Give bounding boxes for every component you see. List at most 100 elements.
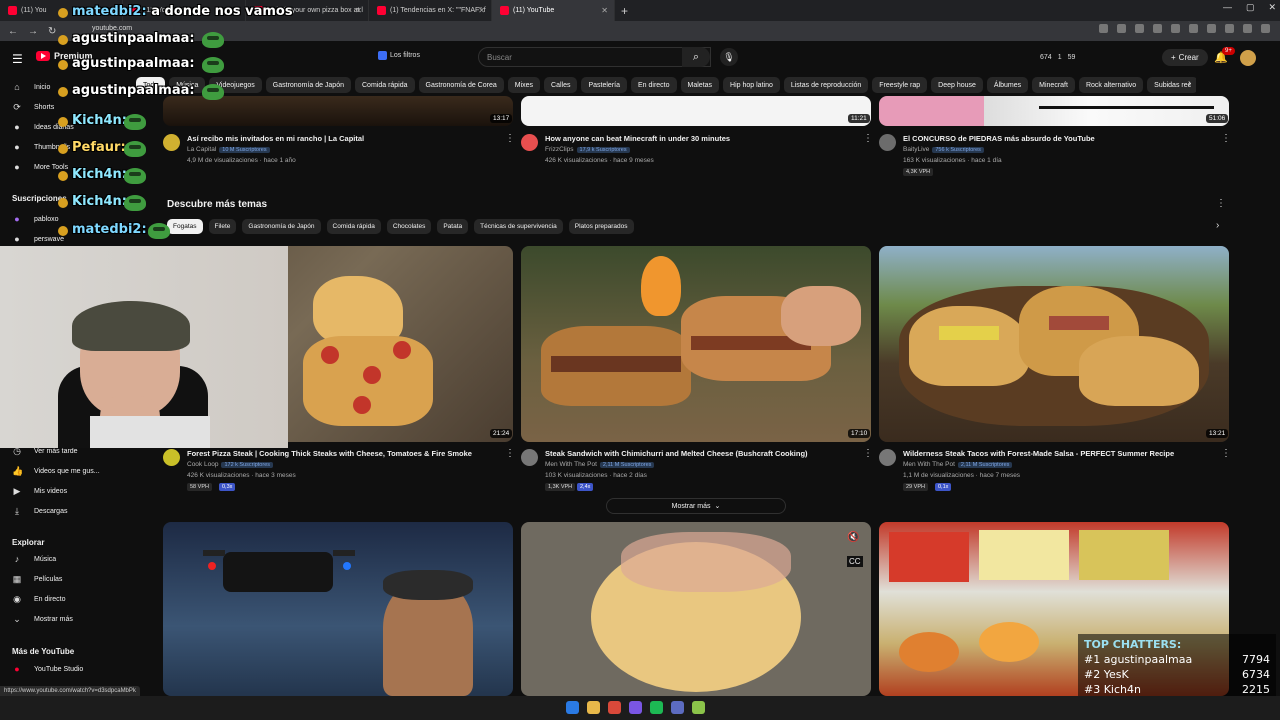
video-thumbnail[interactable] (163, 522, 513, 696)
channel-avatar[interactable] (521, 449, 538, 466)
app-icon[interactable] (692, 701, 705, 714)
topic-chip[interactable]: Técnicas de supervivencia (474, 219, 563, 234)
sidebar-item[interactable]: ▦ Películas (12, 574, 63, 585)
filter-chip[interactable]: Mixes (507, 77, 541, 93)
app-icon[interactable] (671, 701, 684, 714)
filter-chip[interactable]: Maletas (680, 77, 720, 93)
topic-chip[interactable]: Comida rápida (326, 219, 381, 234)
chevron-right-icon[interactable]: › (1188, 78, 1191, 89)
create-button[interactable]: + Crear (1162, 49, 1208, 66)
forward-icon[interactable]: → (28, 26, 38, 37)
star-icon[interactable] (1117, 24, 1126, 33)
filter-chip[interactable]: Rock alternativo (1078, 77, 1144, 93)
video-title[interactable]: How anyone can beat Minecraft in under 3… (545, 134, 730, 143)
channel-name[interactable]: Men With The Pot 2,11 M Suscriptores (545, 461, 655, 468)
sidebar-item[interactable]: ▶ Mis videos (12, 486, 68, 497)
video-title[interactable]: Wilderness Steak Tacos with Forest-Made … (903, 449, 1174, 458)
ext-icon[interactable] (1153, 24, 1162, 33)
channel-avatar[interactable] (879, 134, 896, 151)
app-icon[interactable] (629, 701, 642, 714)
filter-chip[interactable]: Gastronomía de Japón (265, 77, 351, 93)
more-options-icon[interactable]: ⋮ (1216, 198, 1226, 209)
sidebar-sub-perswave[interactable]: ● perswave (12, 234, 64, 244)
sidebar-item[interactable]: ♪ Música (12, 554, 56, 564)
topic-chip[interactable]: Gastronomía de Japón (242, 219, 321, 234)
sidebar-item[interactable]: ⟳ Shorts (12, 102, 54, 113)
filter-chip[interactable]: Minecraft (1032, 77, 1075, 93)
filter-chip[interactable]: Álbumes (986, 77, 1029, 93)
sidebar-item[interactable]: ● More Tools (12, 162, 68, 172)
topic-chip[interactable]: Platos preparados (568, 219, 634, 234)
video-thumbnail[interactable] (163, 96, 513, 126)
start-icon[interactable] (566, 701, 579, 714)
more-options-icon[interactable]: ⋮ (505, 448, 515, 459)
hamburger-icon[interactable]: ☰ (12, 52, 23, 66)
show-more-button[interactable]: Mostrar más ⌄ (606, 498, 786, 514)
folder-icon[interactable] (587, 701, 600, 714)
browser-tab[interactable]: (11) YouTube ✕ (492, 0, 615, 21)
minimize-icon[interactable]: — (1223, 2, 1232, 13)
profile-icon[interactable] (1243, 24, 1252, 33)
more-options-icon[interactable]: ⋮ (863, 133, 873, 144)
channel-avatar[interactable] (879, 449, 896, 466)
video-thumbnail[interactable] (879, 96, 1229, 126)
filter-chip[interactable]: Comida rápida (355, 77, 415, 93)
sidebar-item[interactable]: ⌂ Inicio (12, 82, 50, 92)
channel-name[interactable]: Cook Loop 172 k Suscriptores (187, 461, 274, 468)
filter-chip[interactable]: Pastelería (581, 77, 627, 93)
channel-name[interactable]: La Capital 10 M Suscriptores (187, 146, 270, 153)
close-icon[interactable]: ✕ (478, 6, 485, 15)
topic-chip[interactable]: Patata (437, 219, 469, 234)
reload-icon[interactable]: ↻ (48, 26, 56, 37)
browser-tab[interactable]: (1) Tendencias en X: ""FNAF" f ✕ (369, 0, 492, 21)
video-thumbnail[interactable] (879, 246, 1229, 442)
ext-icon[interactable] (1207, 24, 1216, 33)
video-thumbnail[interactable] (521, 96, 871, 126)
ext-icon[interactable] (1225, 24, 1234, 33)
channel-avatar[interactable] (163, 134, 180, 151)
channel-name[interactable]: FrizzClips 17,9 k Suscriptores (545, 146, 630, 153)
chevron-right-icon[interactable]: › (1216, 220, 1219, 231)
filter-chip[interactable]: Hip hop latino (723, 77, 780, 93)
menu-icon[interactable] (1261, 24, 1270, 33)
ext-icon[interactable] (1099, 24, 1108, 33)
sidebar-item-studio[interactable]: ● YouTube Studio (12, 664, 83, 674)
close-window-icon[interactable]: ✕ (1268, 2, 1276, 13)
mic-button[interactable]: 🎙 (720, 48, 738, 66)
filter-chip[interactable]: En directo (631, 77, 677, 93)
more-options-icon[interactable]: ⋮ (505, 133, 515, 144)
chrome-icon[interactable] (608, 701, 621, 714)
video-title[interactable]: El CONCURSO de PIEDRAS más absurdo de Yo… (903, 134, 1095, 143)
more-options-icon[interactable]: ⋮ (1221, 448, 1231, 459)
topic-chip[interactable]: Chocolates (386, 219, 432, 234)
sidebar-item[interactable]: ⤓ Descargas (12, 506, 67, 517)
search-button[interactable]: ⌕ (682, 47, 710, 67)
channel-avatar[interactable] (521, 134, 538, 151)
captions-icon[interactable]: CC (847, 556, 863, 567)
back-icon[interactable]: ← (8, 26, 18, 37)
video-title[interactable]: Forest Pizza Steak | Cooking Thick Steak… (187, 449, 472, 458)
maximize-icon[interactable]: ▢ (1246, 2, 1255, 13)
filter-chip[interactable]: Calles (544, 77, 578, 93)
filter-chip[interactable]: Freestyle rap (872, 77, 928, 93)
more-options-icon[interactable]: ⋮ (1221, 133, 1231, 144)
close-icon[interactable]: ✕ (601, 6, 608, 15)
filters-button[interactable]: Los filtros (378, 51, 420, 60)
channel-name[interactable]: Men With The Pot 2,11 M Suscriptores (903, 461, 1013, 468)
avatar[interactable] (1240, 50, 1256, 66)
new-tab-icon[interactable]: + (615, 4, 634, 18)
topic-chip[interactable]: Filete (208, 219, 237, 234)
ext-icon[interactable] (1171, 24, 1180, 33)
channel-avatar[interactable] (163, 449, 180, 466)
more-options-icon[interactable]: ⋮ (863, 448, 873, 459)
spotify-icon[interactable] (650, 701, 663, 714)
sidebar-item[interactable]: ⌄ Mostrar más (12, 614, 73, 625)
video-thumbnail[interactable] (521, 246, 871, 442)
close-icon[interactable]: ✕ (355, 6, 362, 15)
topic-chip[interactable]: Fogatas (167, 219, 203, 234)
sidebar-item[interactable]: ◉ En directo (12, 594, 65, 605)
filter-chip[interactable]: Gastronomía de Corea (418, 77, 504, 93)
filter-chip[interactable]: Listas de reproducción (783, 77, 869, 93)
ext-icon[interactable] (1189, 24, 1198, 33)
sidebar-sub-pabloxo[interactable]: ● pabloxo (12, 214, 58, 224)
